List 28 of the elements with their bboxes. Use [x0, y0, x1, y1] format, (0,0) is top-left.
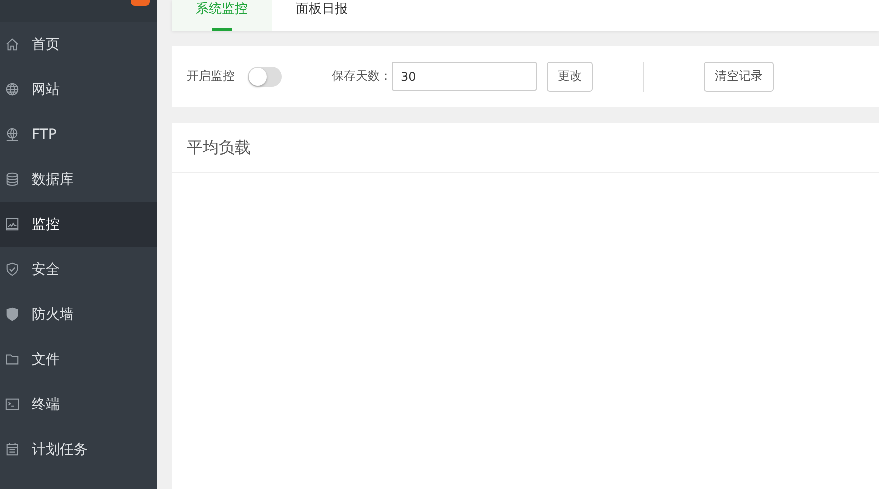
days-input-field[interactable]: 30: [392, 62, 537, 91]
days-label: 保存天数：: [332, 68, 392, 85]
globe-network-icon: [5, 127, 20, 142]
sidebar-item[interactable]: 终端: [0, 382, 157, 427]
folder-icon: [5, 352, 20, 367]
change-button[interactable]: 更改: [547, 62, 593, 92]
terminal-icon: [5, 397, 20, 412]
shield-check-icon: [5, 262, 20, 277]
clear-records-button[interactable]: 清空记录: [704, 62, 774, 92]
calendar-icon: [5, 442, 20, 457]
sidebar-item[interactable]: 计划任务: [0, 427, 157, 472]
sidebar-item[interactable]: 首页: [0, 22, 157, 67]
sidebar-item[interactable]: 文件: [0, 337, 157, 382]
tab[interactable]: 面板日报: [272, 0, 372, 31]
sidebar-item[interactable]: 网站: [0, 67, 157, 112]
home-icon: [5, 37, 20, 52]
monitor-label: 开启监控: [187, 68, 235, 85]
database-icon: [5, 172, 20, 187]
monitor-toggle[interactable]: [248, 66, 282, 86]
panel-title: 平均负载: [172, 123, 879, 173]
globe-icon: [5, 82, 20, 97]
sidebar-item[interactable]: 监控: [0, 202, 157, 247]
sidebar-item[interactable]: 数据库: [0, 157, 157, 202]
sidebar-item[interactable]: 防火墙: [0, 292, 157, 337]
shield-icon: [5, 307, 20, 322]
sidebar-item[interactable]: 安全: [0, 247, 157, 292]
chart-icon: [5, 217, 20, 232]
sidebar-item[interactable]: FTP: [0, 112, 157, 157]
